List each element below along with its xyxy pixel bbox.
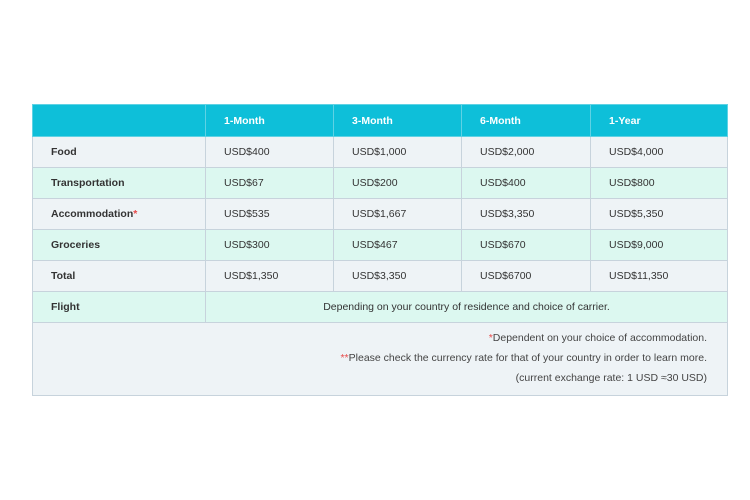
footnote-accommodation: *Dependent on your choice of accommodati… <box>33 328 707 348</box>
table-row-flight: Flight Depending on your country of resi… <box>32 291 728 323</box>
cell-transportation-1-month: USD$67 <box>205 167 334 199</box>
cell-transportation-1-year: USD$800 <box>590 167 728 199</box>
header-cell-3-month: 3-Month <box>333 104 462 137</box>
cell-groceries-6-month: USD$670 <box>461 229 591 261</box>
cost-table-container: 1-Month 3-Month 6-Month 1-Year Food USD$… <box>32 104 728 396</box>
cell-total-1-month: USD$1,350 <box>205 260 334 292</box>
table-header-row: 1-Month 3-Month 6-Month 1-Year <box>32 104 728 137</box>
cost-table: 1-Month 3-Month 6-Month 1-Year Food USD$… <box>32 104 728 396</box>
cell-groceries-1-month: USD$300 <box>205 229 334 261</box>
cell-food-1-year: USD$4,000 <box>590 136 728 168</box>
cell-accommodation-6-month: USD$3,350 <box>461 198 591 230</box>
cell-accommodation-3-month: USD$1,667 <box>333 198 462 230</box>
row-label-flight: Flight <box>32 291 206 323</box>
cell-accommodation-1-month: USD$535 <box>205 198 334 230</box>
table-row-transportation: Transportation USD$67 USD$200 USD$400 US… <box>32 167 728 199</box>
cell-total-6-month: USD$6700 <box>461 260 591 292</box>
footnote-currency-text: Please check the currency rate for that … <box>348 352 707 364</box>
footnotes-row: *Dependent on your choice of accommodati… <box>32 322 728 396</box>
header-cell-6-month: 6-Month <box>461 104 591 137</box>
footnote-exchange-rate: (current exchange rate: 1 USD ≈30 USD) <box>515 372 707 384</box>
cell-food-1-month: USD$400 <box>205 136 334 168</box>
header-cell-1-month: 1-Month <box>205 104 334 137</box>
cell-food-3-month: USD$1,000 <box>333 136 462 168</box>
cell-transportation-6-month: USD$400 <box>461 167 591 199</box>
table-row-accommodation: Accommodation* USD$535 USD$1,667 USD$3,3… <box>32 198 728 230</box>
header-cell-empty <box>32 104 206 137</box>
row-label-groceries: Groceries <box>32 229 206 261</box>
row-label-accommodation-text: Accommodation <box>51 208 134 220</box>
row-label-food: Food <box>32 136 206 168</box>
header-cell-1-year: 1-Year <box>590 104 728 137</box>
row-label-accommodation: Accommodation* <box>32 198 206 230</box>
cell-groceries-1-year: USD$9,000 <box>590 229 728 261</box>
footnotes-cell: *Dependent on your choice of accommodati… <box>32 322 728 396</box>
table-row-food: Food USD$400 USD$1,000 USD$2,000 USD$4,0… <box>32 136 728 168</box>
row-label-total: Total <box>32 260 206 292</box>
cell-food-6-month: USD$2,000 <box>461 136 591 168</box>
row-label-transportation: Transportation <box>32 167 206 199</box>
accommodation-asterisk: * <box>133 208 138 220</box>
cell-accommodation-1-year: USD$5,350 <box>590 198 728 230</box>
footnote-currency: **Please check the currency rate for tha… <box>33 348 707 368</box>
cell-total-1-year: USD$11,350 <box>590 260 728 292</box>
cell-total-3-month: USD$3,350 <box>333 260 462 292</box>
flight-note: Depending on your country of residence a… <box>205 291 728 323</box>
cell-transportation-3-month: USD$200 <box>333 167 462 199</box>
cell-groceries-3-month: USD$467 <box>333 229 462 261</box>
table-row-groceries: Groceries USD$300 USD$467 USD$670 USD$9,… <box>32 229 728 261</box>
table-row-total: Total USD$1,350 USD$3,350 USD$6700 USD$1… <box>32 260 728 292</box>
footnote-double-asterisk: ** <box>340 352 349 364</box>
footnote-accommodation-text: Dependent on your choice of accommodatio… <box>492 332 707 344</box>
